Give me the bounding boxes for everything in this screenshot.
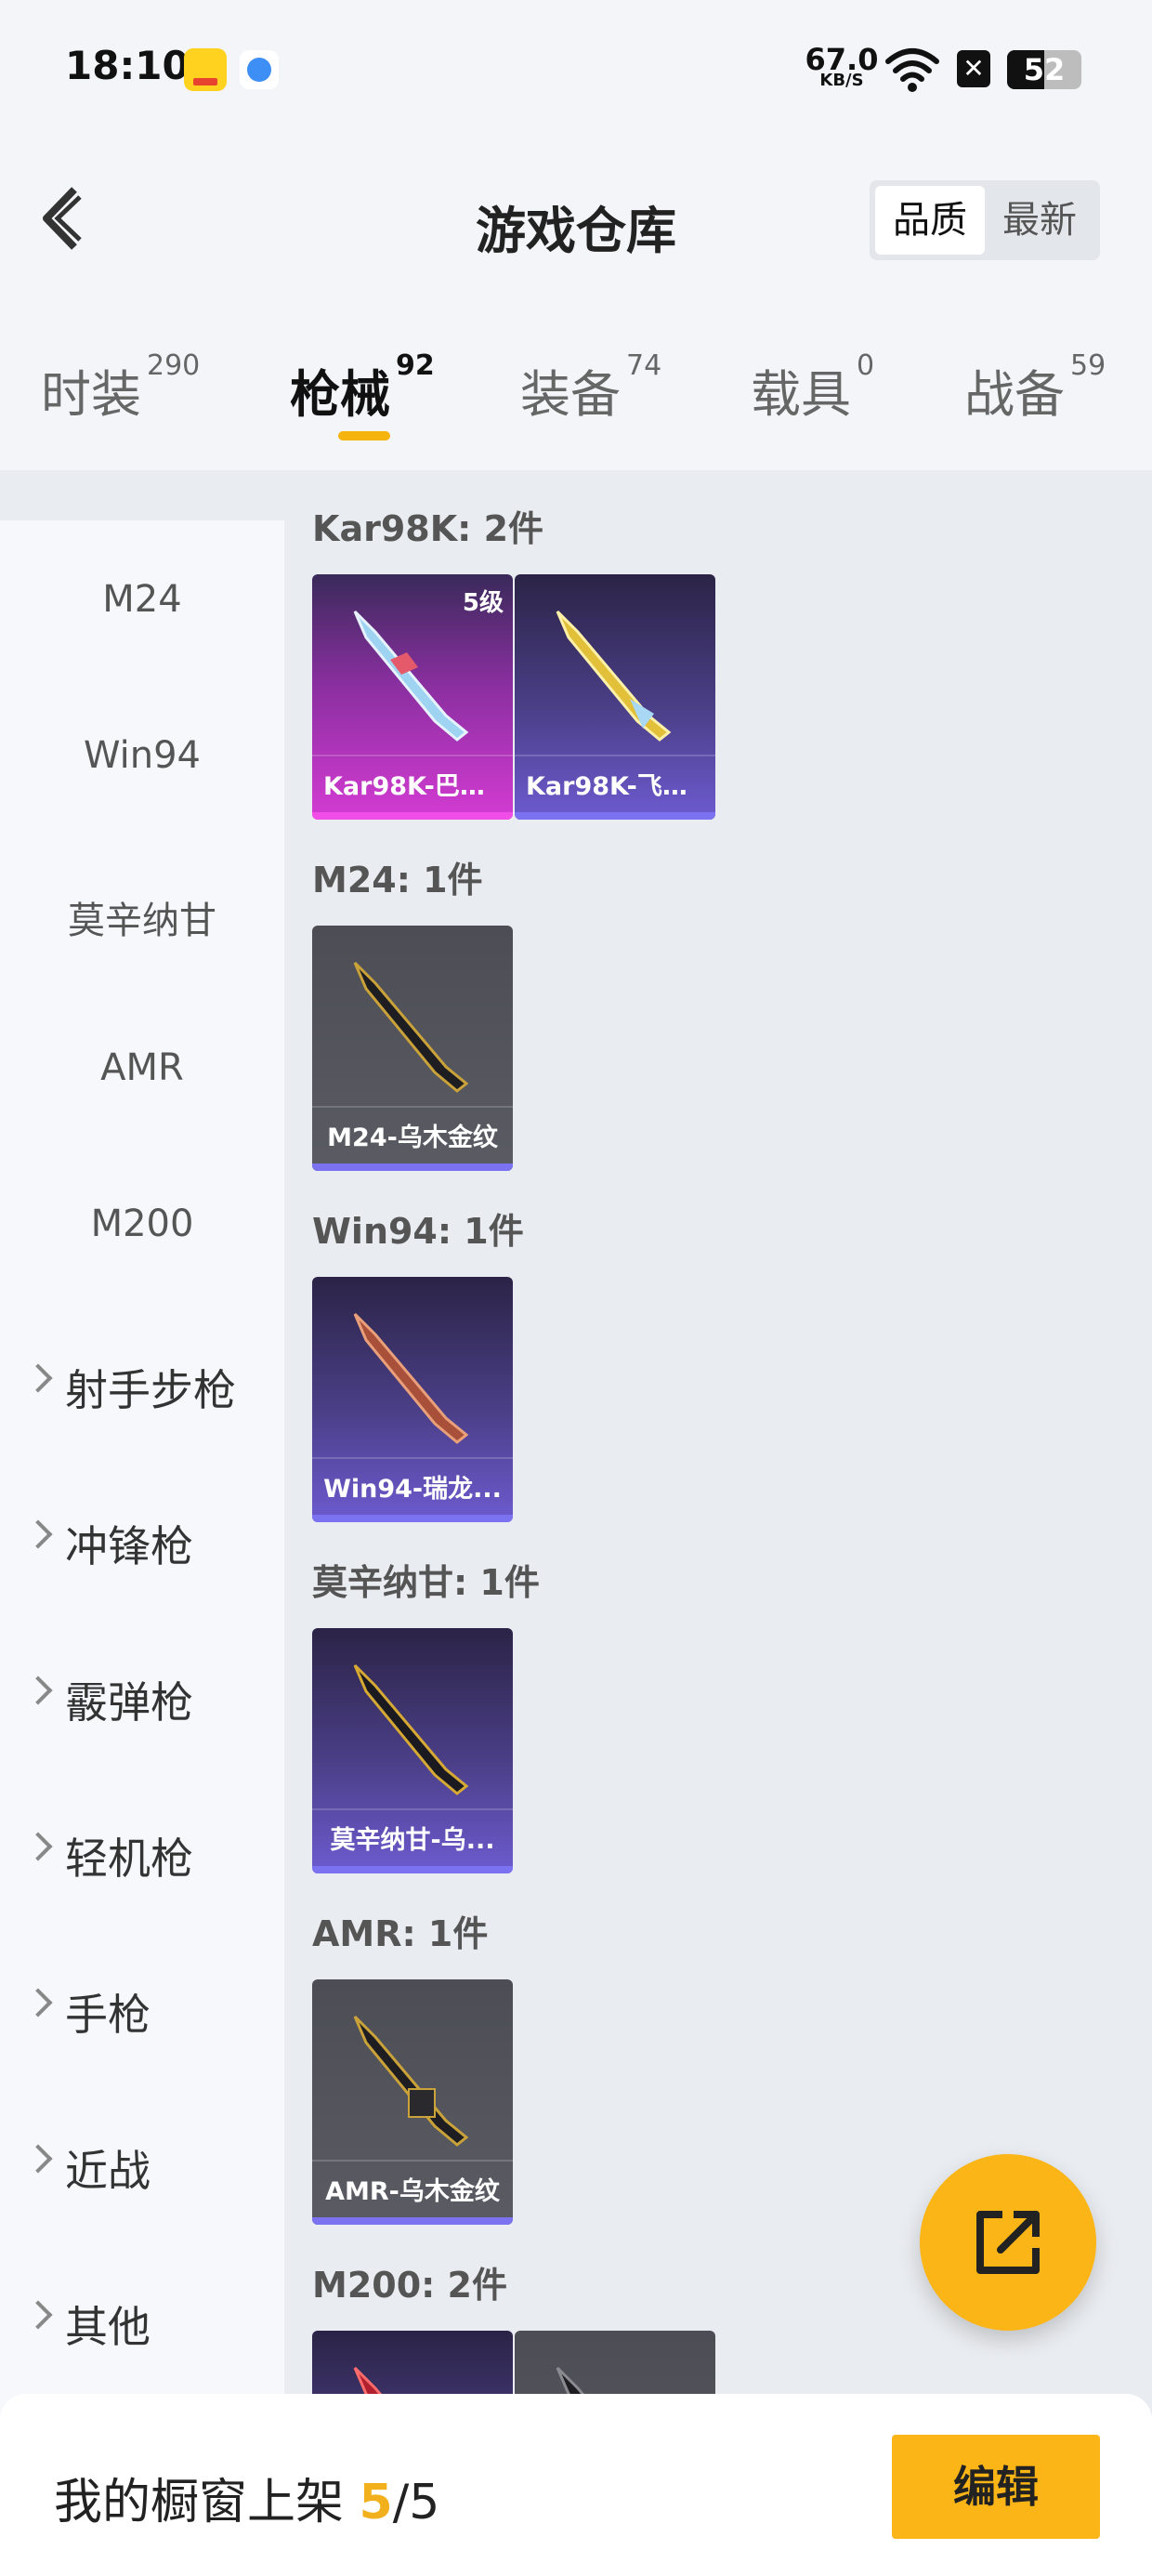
item-card[interactable]: 莫辛纳甘-乌... (312, 1628, 513, 1873)
tab-fashion[interactable]: 时装 290 (41, 349, 200, 427)
chevron-right-icon (23, 1988, 53, 2017)
tab-firearms[interactable]: 枪械 92 (290, 349, 435, 427)
item-level-badge: 5级 (462, 589, 504, 617)
rifle-icon (353, 961, 469, 1093)
sidebar-item-win94[interactable]: Win94 (0, 734, 284, 777)
chevron-right-icon (23, 2144, 53, 2174)
battery-level: 52 (1023, 52, 1066, 87)
group-title-m200: M200: 2件 (312, 2265, 508, 2306)
share-icon (976, 2211, 1040, 2274)
sidebar-item-m24[interactable]: M24 (0, 578, 284, 621)
tab-vehicles[interactable]: 载具 0 (751, 349, 874, 427)
network-speed: 67.0 KB/S (805, 45, 879, 89)
sidebar-category-label: 射手步枪 (65, 1365, 236, 1415)
browser-notification-icon (240, 50, 279, 89)
wifi-icon (885, 48, 939, 92)
item-name: Kar98K-飞驰... (526, 772, 715, 801)
tab-equipment[interactable]: 装备 74 (520, 349, 661, 427)
app-notification-icon (184, 48, 227, 91)
sidebar-category-label: 手枪 (65, 1990, 151, 2040)
chevron-right-icon (23, 1519, 53, 1549)
share-button[interactable] (920, 2154, 1096, 2331)
tab-count: 290 (147, 349, 201, 382)
active-tab-indicator (338, 431, 390, 440)
tab-count: 92 (396, 349, 435, 382)
item-card[interactable]: Win94-瑞龙... (312, 1277, 513, 1522)
showcase-count: 5 (359, 2475, 393, 2530)
showcase-label: 我的橱窗上架 (54, 2475, 345, 2530)
status-bar: 18:10 67.0 KB/S ✕ 52 (0, 0, 1152, 139)
sort-toggle: 品质 最新 (870, 180, 1100, 260)
group-title-mosin: 莫辛纳甘: 1件 (312, 1562, 540, 1603)
tab-supplies[interactable]: 战备 59 (964, 349, 1106, 427)
chevron-right-icon (23, 1363, 53, 1393)
status-time: 18:10 (65, 43, 190, 88)
edit-button[interactable]: 编辑 (892, 2435, 1100, 2539)
chevron-right-icon (23, 1832, 53, 1861)
item-card[interactable]: 5级 Kar98K-巴巴... (312, 574, 513, 820)
rifle-icon (353, 2015, 469, 2147)
showcase-status: 我的橱窗上架 5/5 (54, 2463, 439, 2532)
item-name: M24-乌木金纹 (327, 1124, 498, 1152)
sidebar-category-label: 其他 (65, 2302, 151, 2352)
sidebar-item-amr[interactable]: AMR (0, 1046, 284, 1089)
battery-icon: 52 (1007, 50, 1081, 89)
tab-label: 载具 (751, 365, 851, 424)
group-title-kar98k: Kar98K: 2件 (312, 508, 544, 549)
sidebar-item-mosin[interactable]: 莫辛纳甘 (0, 890, 284, 944)
showcase-total: /5 (392, 2475, 440, 2530)
sort-quality-option[interactable]: 品质 (875, 186, 985, 255)
sidebar-item-m200[interactable]: M200 (0, 1203, 284, 1245)
bottom-bar: 我的橱窗上架 5/5 编辑 (0, 2394, 1152, 2576)
category-tabs: 时装 290 枪械 92 装备 74 载具 0 战备 59 (0, 335, 1152, 465)
group-title-amr: AMR: 1件 (312, 1913, 489, 1954)
sidebar-category-label: 近战 (65, 2146, 151, 2196)
item-card[interactable]: AMR-乌木金纹 (312, 1979, 513, 2225)
sort-newest-option[interactable]: 最新 (985, 186, 1094, 255)
tab-label: 战备 (964, 365, 1065, 424)
chevron-right-icon (23, 1676, 53, 1705)
sidebar: M24 Win94 莫辛纳甘 AMR M200 射手步枪 冲锋枪 霰弹枪 轻机枪… (0, 520, 284, 2576)
group-title-m24: M24: 1件 (312, 860, 483, 900)
tab-label: 枪械 (290, 365, 390, 424)
sidebar-category-label: 冲锋枪 (65, 1521, 193, 1571)
item-card[interactable]: M24-乌木金纹 (312, 926, 513, 1171)
sidebar-category-label: 轻机枪 (65, 1833, 193, 1884)
sidebar-category-label: 霰弹枪 (65, 1677, 193, 1728)
tab-count: 59 (1070, 349, 1106, 382)
tab-label: 装备 (520, 365, 621, 424)
item-name: Win94-瑞龙... (323, 1475, 502, 1504)
rifle-icon (353, 1663, 469, 1795)
group-title-win94: Win94: 1件 (312, 1211, 524, 1252)
item-name: Kar98K-巴巴... (323, 772, 513, 801)
item-name: 莫辛纳甘-乌... (330, 1826, 495, 1855)
tab-label: 时装 (41, 365, 141, 424)
tab-count: 74 (626, 349, 662, 382)
item-card[interactable]: Kar98K-飞驰... (515, 574, 715, 820)
item-name: AMR-乌木金纹 (325, 2177, 500, 2206)
tab-count: 0 (857, 349, 875, 382)
close-notification-icon: ✕ (957, 50, 990, 87)
chevron-right-icon (23, 2300, 53, 2330)
rifle-icon (353, 1312, 469, 1444)
rifle-icon (556, 610, 672, 742)
